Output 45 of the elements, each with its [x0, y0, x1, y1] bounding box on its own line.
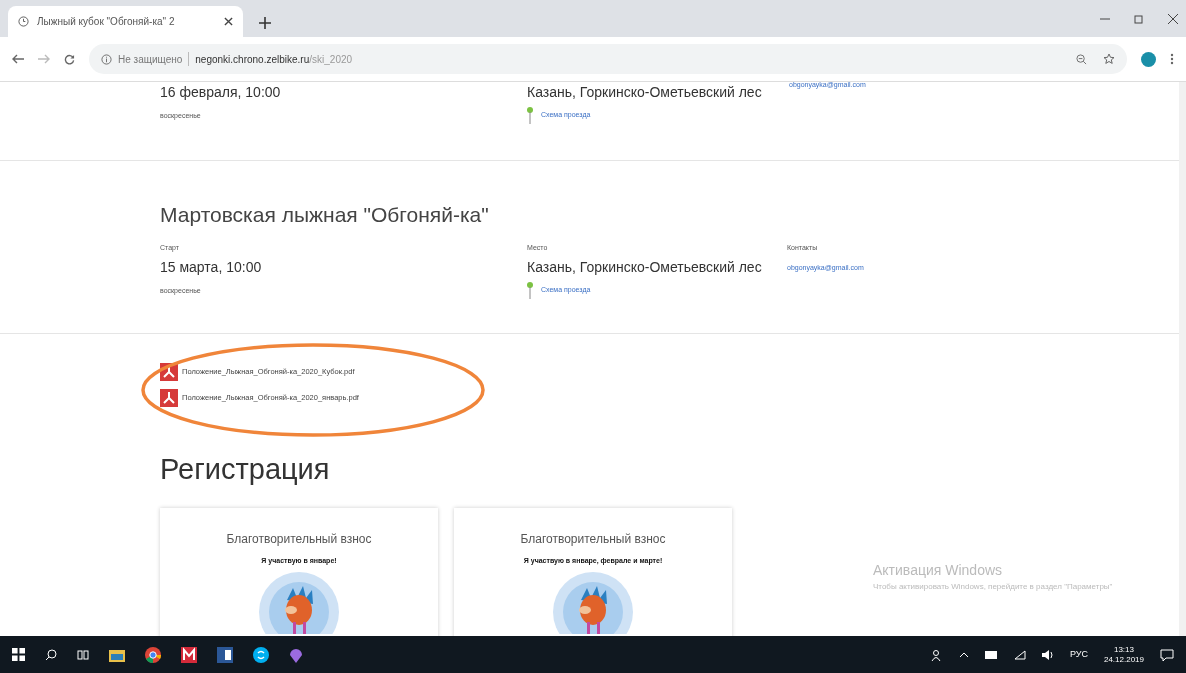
- clock-date[interactable]: 24.12.2019: [1103, 654, 1144, 664]
- reload-icon[interactable]: [64, 53, 75, 65]
- search-icon[interactable]: [45, 648, 57, 661]
- event-title: Мартовская лыжная "Обгоняй-ка": [160, 202, 490, 228]
- activation-title: Активация Windows: [873, 561, 1004, 580]
- clock-time[interactable]: 13:13: [1103, 645, 1144, 655]
- document-icon[interactable]: [217, 646, 233, 663]
- event-date: 15 марта, 10:00: [160, 258, 263, 277]
- event-date: 16 февраля, 10:00: [160, 83, 282, 102]
- event-place: Казань, Горкинско-Ометьевский лес: [527, 83, 763, 102]
- notification-icon[interactable]: [1160, 648, 1174, 661]
- security-label: Не защищено: [118, 52, 183, 67]
- map-pin-icon[interactable]: [289, 646, 303, 663]
- pdf-icon: [160, 389, 178, 407]
- map-pin-icon: [527, 107, 533, 124]
- url-text: negonki.chrono.zelbike.ru/ski_2020: [195, 52, 353, 67]
- tab-title: Лыжный кубок "Обгоняй-ка" 2: [37, 15, 176, 29]
- event-place: Казань, Горкинско-Ометьевский лес: [527, 258, 763, 277]
- close-icon[interactable]: [224, 17, 233, 26]
- maximize-icon[interactable]: [1134, 13, 1144, 24]
- browser-tab[interactable]: Лыжный кубок "Обгоняй-ка" 2: [8, 6, 243, 37]
- browser-icon[interactable]: [145, 646, 161, 663]
- zoom-icon[interactable]: [1076, 53, 1087, 65]
- close-icon[interactable]: [1168, 13, 1178, 24]
- section-heading: Регистрация: [160, 452, 331, 487]
- address-bar[interactable]: Не защищено negonki.chrono.zelbike.ru/ski_2020: [89, 44, 1127, 74]
- info-icon: [101, 53, 112, 65]
- people-icon[interactable]: [930, 648, 943, 661]
- star-icon[interactable]: [1103, 53, 1115, 65]
- map-pin-icon: [527, 282, 533, 299]
- task-view-icon[interactable]: [77, 648, 89, 661]
- chevron-up-icon[interactable]: [958, 651, 969, 658]
- folder-icon[interactable]: [109, 647, 125, 662]
- volume-icon[interactable]: [1041, 649, 1054, 660]
- back-icon[interactable]: [12, 54, 24, 64]
- menu-icon[interactable]: [1170, 53, 1174, 65]
- language-indicator[interactable]: РУС: [1069, 647, 1088, 662]
- card-title: Благотворительный взнос: [519, 530, 667, 548]
- windows-start-icon[interactable]: [12, 648, 25, 661]
- mail-icon[interactable]: [181, 646, 197, 663]
- new-tab-icon[interactable]: [259, 17, 271, 29]
- avatar-icon[interactable]: [1141, 51, 1156, 67]
- clock-icon: [18, 16, 29, 27]
- card-title: Благотворительный взнос: [225, 530, 373, 548]
- battery-icon[interactable]: [984, 650, 998, 659]
